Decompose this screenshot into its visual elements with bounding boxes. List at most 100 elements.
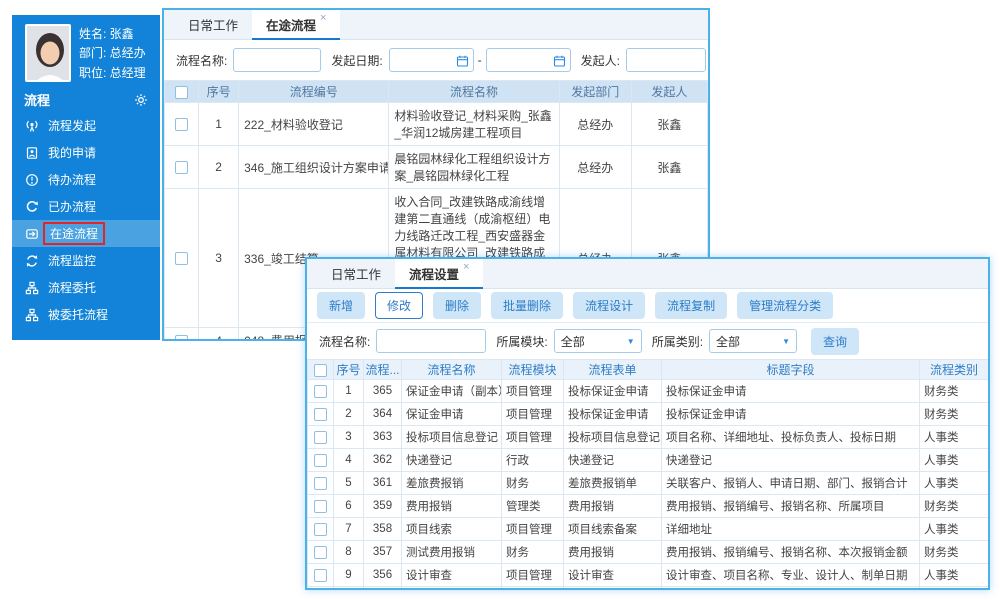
column-header[interactable]: 流程模块	[502, 360, 564, 380]
column-header[interactable]: 发起人	[631, 81, 707, 103]
w1-search-row: 流程名称: 发起日期: - 发	[164, 40, 708, 80]
row-checkbox[interactable]	[314, 477, 327, 490]
table-row[interactable]: 1222_材料验收登记材料验收登记_材料采购_张鑫_华润12城房建工程项目总经办…	[165, 103, 708, 146]
row-checkbox[interactable]	[175, 161, 188, 174]
w1-tab-daily-work[interactable]: 日常工作	[174, 10, 252, 39]
table-row[interactable]: 9356设计审查项目管理设计审查设计审查、项目名称、专业、设计人、制单日期人事类	[308, 564, 989, 587]
sidebar-item-4[interactable]: 在途流程	[12, 220, 160, 247]
table-cell: 2	[334, 403, 364, 426]
sidebar: 姓名: 张鑫 部门: 总经办 职位: 总经理 流程 流程发起我的申请待办流程已办…	[12, 15, 160, 340]
table-cell: 项目管理	[502, 380, 564, 403]
sidebar-item-2[interactable]: 待办流程	[12, 166, 160, 193]
column-header[interactable]: 流程表单	[564, 360, 662, 380]
column-header[interactable]: 流程...	[364, 360, 402, 380]
chevron-down-icon: ▼	[782, 337, 790, 346]
row-checkbox[interactable]	[314, 408, 327, 421]
table-cell: 设计审查	[402, 564, 502, 587]
w1-tabbar: 日常工作 在途流程 ×	[164, 10, 708, 40]
table-cell: 财务	[502, 472, 564, 495]
date-separator: -	[478, 53, 482, 67]
table-row[interactable]: 2346_施工组织设计方案申请晨铭园林绿化工程组织设计方案_晨铭园林绿化工程总经…	[165, 146, 708, 189]
flow-copy-button[interactable]: 流程复制	[655, 292, 727, 319]
sidebar-item-5[interactable]: 流程监控	[12, 247, 160, 274]
sidebar-item-0[interactable]: 流程发起	[12, 112, 160, 139]
gear-icon[interactable]	[134, 93, 148, 107]
column-header[interactable]: 流程名称	[389, 81, 559, 103]
id-card-icon	[25, 146, 39, 160]
table-row[interactable]: 6359费用报销管理类费用报销费用报销、报销编号、报销名称、所属项目财务类	[308, 495, 989, 518]
row-checkbox[interactable]	[314, 523, 327, 536]
table-cell: 总经办	[559, 103, 631, 146]
start-date-to-input[interactable]	[486, 48, 571, 72]
calendar-icon[interactable]	[456, 54, 469, 67]
table-row[interactable]: 7358项目线索项目管理项目线索备案详细地址人事类	[308, 518, 989, 541]
select-all-header	[308, 360, 334, 380]
flow-name-input[interactable]	[233, 48, 321, 72]
row-checkbox[interactable]	[175, 252, 188, 265]
w2-tab-daily-work[interactable]: 日常工作	[317, 259, 395, 288]
column-header[interactable]: 序号	[334, 360, 364, 380]
w2-tab-flow-settings[interactable]: 流程设置 ×	[395, 259, 483, 289]
table2-grid: 序号流程...流程名称流程模块流程表单标题字段流程类别1365保证金申请（副本）…	[307, 359, 989, 590]
row-checkbox[interactable]	[314, 500, 327, 513]
column-header[interactable]: 流程名称	[402, 360, 502, 380]
category-select-value: 全部	[716, 333, 740, 350]
manage-flow-category-button[interactable]: 管理流程分类	[737, 292, 833, 319]
flow-design-button[interactable]: 流程设计	[573, 292, 645, 319]
table-cell: 设计进度汇报	[564, 587, 662, 591]
query-button[interactable]: 查询	[811, 328, 859, 355]
table-cell: 总经办	[559, 146, 631, 189]
column-header[interactable]: 流程类别	[920, 360, 989, 380]
row-checkbox[interactable]	[175, 118, 188, 131]
add-button[interactable]: 新增	[317, 292, 365, 319]
table-row[interactable]: 8357测试费用报销财务费用报销费用报销、报销编号、报销名称、本次报销金额财务类	[308, 541, 989, 564]
delete-button[interactable]: 删除	[433, 292, 481, 319]
table-cell: 财务类	[920, 380, 989, 403]
initiator-input[interactable]	[626, 48, 706, 72]
edit-button[interactable]: 修改	[375, 292, 423, 319]
sidebar-item-1[interactable]: 我的申请	[12, 139, 160, 166]
sidebar-section-header: 流程	[12, 87, 160, 112]
close-icon[interactable]: ×	[320, 12, 326, 24]
column-header[interactable]: 发起部门	[559, 81, 631, 103]
batch-delete-button[interactable]: 批量删除	[491, 292, 563, 319]
row-checkbox[interactable]	[314, 385, 327, 398]
checkbox-cell	[165, 146, 199, 189]
select-all-checkbox[interactable]	[175, 86, 188, 99]
column-header[interactable]: 序号	[199, 81, 239, 103]
sidebar-item-7[interactable]: 被委托流程	[12, 301, 160, 328]
module-select[interactable]: 全部 ▼	[554, 329, 642, 353]
sidebar-item-3[interactable]: 已办流程	[12, 193, 160, 220]
table-cell: 359	[364, 495, 402, 518]
category-select[interactable]: 全部 ▼	[709, 329, 797, 353]
table-cell: 357	[364, 541, 402, 564]
start-date-from-input[interactable]	[389, 48, 474, 72]
table-row[interactable]: 2364保证金申请项目管理投标保证金申请投标保证金申请财务类	[308, 403, 989, 426]
sidebar-item-label: 被委托流程	[48, 306, 108, 323]
column-header[interactable]: 标题字段	[662, 360, 920, 380]
w1-tab-in-transit[interactable]: 在途流程 ×	[252, 10, 340, 40]
row-checkbox[interactable]	[314, 431, 327, 444]
table-row[interactable]: 4362快递登记行政快递登记快递登记人事类	[308, 449, 989, 472]
user-department: 部门: 总经办	[79, 44, 146, 61]
table-cell: 365	[364, 380, 402, 403]
table-row[interactable]: 10355设计进度汇报项目管理设计进度汇报设计进度汇报、所属项目、任务名称、任务…	[308, 587, 989, 591]
column-header[interactable]: 流程编号	[239, 81, 389, 103]
table-row[interactable]: 1365保证金申请（副本）项目管理投标保证金申请投标保证金申请财务类	[308, 380, 989, 403]
checkbox-cell	[165, 103, 199, 146]
select-all-checkbox[interactable]	[314, 364, 327, 377]
close-icon[interactable]: ×	[463, 261, 469, 273]
row-checkbox[interactable]	[314, 569, 327, 582]
checkbox-cell	[308, 403, 334, 426]
table-cell: 关联客户、报销人、申请日期、部门、报销合计	[662, 472, 920, 495]
table-cell: 投标保证金申请	[662, 380, 920, 403]
table-row[interactable]: 5361差旅费报销财务差旅费报销单关联客户、报销人、申请日期、部门、报销合计人事…	[308, 472, 989, 495]
table-cell: 设计审查	[564, 564, 662, 587]
calendar-icon[interactable]	[553, 54, 566, 67]
row-checkbox[interactable]	[314, 454, 327, 467]
table-row[interactable]: 3363投标项目信息登记项目管理投标项目信息登记项目名称、详细地址、投标负责人、…	[308, 426, 989, 449]
row-checkbox[interactable]	[314, 546, 327, 559]
row-checkbox[interactable]	[175, 335, 188, 341]
flow-name-input[interactable]	[376, 329, 486, 353]
sidebar-item-6[interactable]: 流程委托	[12, 274, 160, 301]
